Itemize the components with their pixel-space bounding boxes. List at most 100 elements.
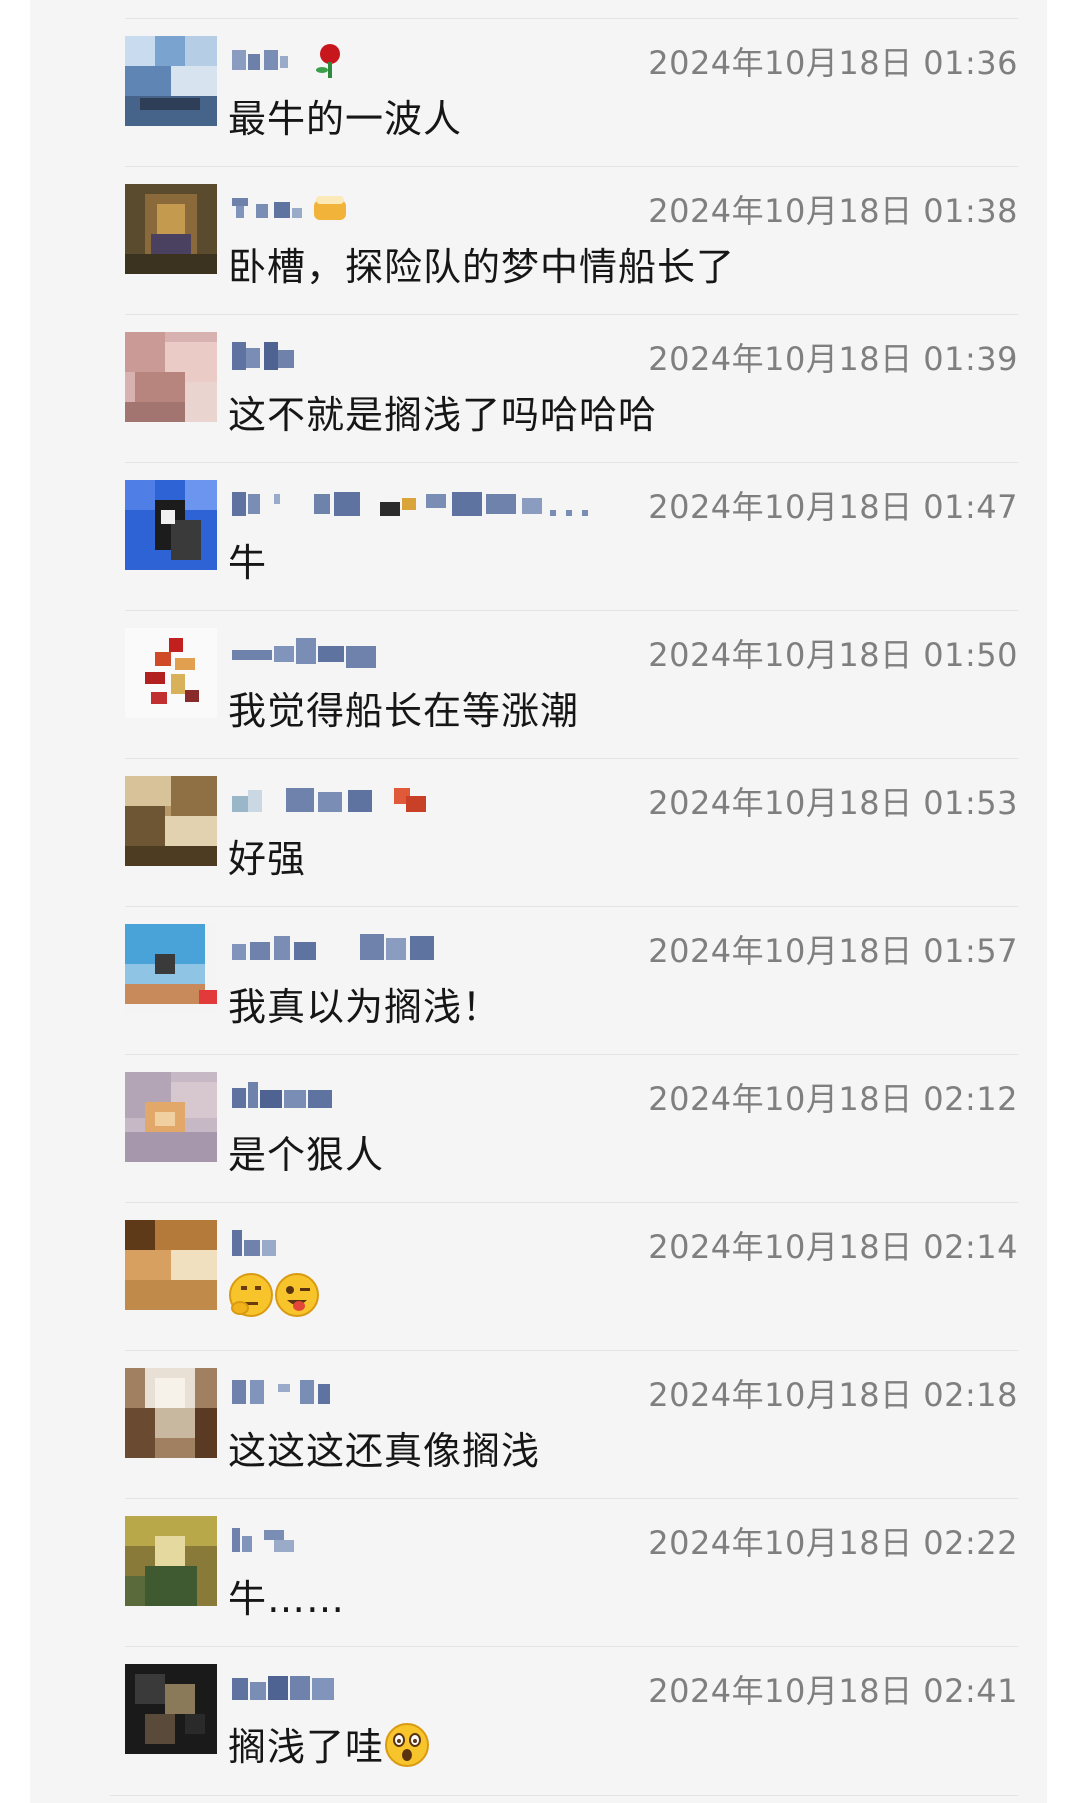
comment-item: 2024年10月18日 01:57 我真以为搁浅！ (125, 906, 1018, 1054)
blurred-name (232, 934, 434, 960)
divider (125, 1054, 1018, 1055)
avatar[interactable] (125, 924, 217, 1014)
divider (125, 1202, 1018, 1203)
user-name[interactable] (230, 1664, 660, 1712)
avatar[interactable] (125, 332, 217, 422)
comment-item: 2024年10月18日 01:39 这不就是搁浅了吗哈哈哈 (125, 314, 1018, 462)
user-name[interactable] (230, 1516, 660, 1564)
comment-time: 2024年10月18日 02:12 (648, 1080, 1018, 1118)
comment-item: 2024年10月18日 02:18 这这这还真像搁浅 (125, 1350, 1018, 1498)
comment-text: 这这这还真像搁浅 (228, 1429, 541, 1473)
comment-text (228, 1272, 320, 1319)
user-name[interactable] (230, 1220, 660, 1268)
blurred-name (232, 638, 376, 668)
comment-time: 2024年10月18日 01:50 (648, 636, 1018, 674)
thinking-face-emoji (229, 1273, 273, 1317)
user-name[interactable] (230, 1072, 660, 1120)
blurred-name (232, 342, 294, 370)
avatar[interactable] (125, 1664, 217, 1754)
avatar-image (125, 1664, 217, 1754)
avatar-image (125, 924, 217, 1014)
comment-item: 2024年10月18日 02:41 搁浅了哇 (125, 1646, 1018, 1794)
divider (125, 1498, 1018, 1499)
blurred-name (232, 1380, 330, 1404)
comment-item: 2024年10月18日 02:14 (125, 1202, 1018, 1350)
comment-time: 2024年10月18日 02:18 (648, 1376, 1018, 1414)
user-name[interactable] (230, 36, 660, 84)
avatar[interactable] (125, 1072, 217, 1162)
blurred-name (232, 1676, 334, 1700)
avatar-image (125, 1516, 217, 1606)
avatar-image (125, 1220, 217, 1310)
avatar[interactable] (125, 184, 217, 274)
avatar[interactable] (125, 36, 217, 126)
comment-text: 卧槽，探险队的梦中情船长了 (228, 245, 736, 289)
blurred-name (232, 1528, 294, 1552)
comment-text: 好强 (228, 837, 307, 881)
divider (125, 314, 1018, 315)
avatar-image (125, 1072, 217, 1162)
divider (125, 906, 1018, 907)
winking-tongue-emoji (275, 1273, 319, 1317)
comment-item: 2024年10月18日 02:22 牛…… (125, 1498, 1018, 1646)
comment-item: 2024年10月18日 01:50 我觉得船长在等涨潮 (125, 610, 1018, 758)
blurred-name (232, 788, 426, 812)
comment-time: 2024年10月18日 01:39 (648, 340, 1018, 378)
divider (125, 758, 1018, 759)
comment-time: 2024年10月18日 01:53 (648, 784, 1018, 822)
comment-text: 牛…… (228, 1577, 346, 1621)
blurred-name (232, 1082, 332, 1108)
comment-item: 2024年10月18日 01:36 最牛的一波人 (125, 18, 1018, 166)
user-name[interactable] (230, 480, 660, 528)
blurred-name (232, 196, 346, 220)
comment-time: 2024年10月18日 02:14 (648, 1228, 1018, 1266)
comment-time: 2024年10月18日 01:38 (648, 192, 1018, 230)
avatar[interactable] (125, 1220, 217, 1310)
avatar-image (125, 36, 217, 126)
divider (125, 462, 1018, 463)
comment-time: 2024年10月18日 02:22 (648, 1524, 1018, 1562)
comment-item: 2024年10月18日 02:12 是个狠人 (125, 1054, 1018, 1202)
blurred-name (232, 44, 340, 78)
avatar-image (125, 332, 217, 422)
user-name[interactable] (230, 628, 660, 676)
comment-item: 2024年10月18日 01:53 好强 (125, 758, 1018, 906)
divider (125, 1350, 1018, 1351)
divider (125, 18, 1018, 19)
comment-text: 牛 (228, 541, 268, 585)
avatar[interactable] (125, 776, 217, 866)
user-name[interactable] (230, 332, 660, 380)
user-name[interactable] (230, 776, 660, 824)
avatar-image (125, 628, 217, 718)
comment-text: 最牛的一波人 (228, 97, 463, 141)
comment-time: 2024年10月18日 02:41 (648, 1672, 1018, 1710)
user-name[interactable] (230, 184, 660, 232)
comment-time: 2024年10月18日 01:36 (648, 44, 1018, 82)
blurred-name (232, 1230, 276, 1256)
avatar[interactable] (125, 1516, 217, 1606)
avatar-image (125, 184, 217, 274)
avatar-image (125, 776, 217, 866)
comment-item: 2024年10月18日 01:47 牛 (125, 462, 1018, 610)
divider (125, 610, 1018, 611)
divider (110, 1795, 1018, 1796)
blurred-name (232, 492, 588, 516)
comment-text: 我觉得船长在等涨潮 (228, 689, 580, 733)
user-name[interactable] (230, 1368, 660, 1416)
avatar-image (125, 1368, 217, 1458)
divider (125, 1646, 1018, 1647)
avatar[interactable] (125, 480, 217, 570)
comment-text: 搁浅了哇 (228, 1716, 430, 1771)
comment-text: 是个狠人 (228, 1133, 385, 1177)
astonished-face-emoji (385, 1723, 430, 1767)
user-name[interactable] (230, 924, 660, 972)
divider (125, 166, 1018, 167)
comment-text: 我真以为搁浅！ (228, 985, 502, 1029)
beer-icon (314, 196, 346, 220)
avatar[interactable] (125, 1368, 217, 1458)
comment-time: 2024年10月18日 01:57 (648, 932, 1018, 970)
avatar[interactable] (125, 628, 217, 718)
rose-icon (316, 44, 340, 78)
comment-text: 这不就是搁浅了吗哈哈哈 (228, 393, 658, 437)
comment-item: 2024年10月18日 01:38 卧槽，探险队的梦中情船长了 (125, 166, 1018, 314)
